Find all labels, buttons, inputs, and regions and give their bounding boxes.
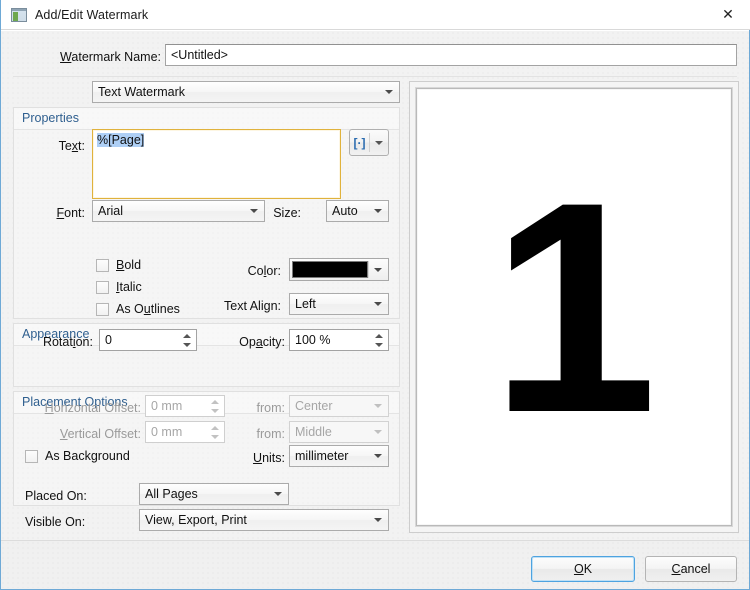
- cancel-button[interactable]: Cancel: [645, 556, 737, 582]
- text-align-value: Left: [295, 297, 316, 311]
- watermark-window-icon: [11, 8, 27, 22]
- horizontal-offset-spin-buttons: [207, 397, 223, 415]
- placed-on-value: All Pages: [145, 487, 198, 501]
- horizontal-from-dropdown: Center: [289, 395, 389, 417]
- horizontal-offset-stepper: 0 mm: [145, 395, 225, 417]
- italic-checkbox[interactable]: Italic: [96, 280, 142, 294]
- horizontal-from-value: Center: [295, 399, 333, 413]
- visible-on-dropdown[interactable]: View, Export, Print: [139, 509, 389, 531]
- spin-down-icon[interactable]: [371, 340, 387, 349]
- font-value: Arial: [98, 204, 123, 218]
- checkbox-box: [96, 259, 109, 272]
- chevron-down-icon: [374, 518, 382, 522]
- chevron-down-icon: [374, 302, 382, 306]
- vertical-from-label: from:: [229, 427, 285, 441]
- units-dropdown[interactable]: millimeter: [289, 445, 389, 467]
- macro-chevron-down-icon[interactable]: [370, 141, 388, 145]
- add-edit-watermark-dialog: Add/Edit Watermark ✕ Watermark Name: <Un…: [0, 0, 750, 590]
- vertical-offset-spin-buttons: [207, 423, 223, 441]
- chevron-down-icon: [374, 209, 382, 213]
- as-background-checkbox[interactable]: As Background: [25, 449, 130, 463]
- text-label: Text:: [11, 139, 85, 153]
- color-picker[interactable]: [289, 258, 389, 281]
- watermark-name-label: Watermark Name:: [41, 50, 161, 64]
- spin-down-icon: [207, 406, 223, 415]
- as-outlines-checkbox[interactable]: As Outlines: [96, 302, 180, 316]
- watermark-text-value: %[Page]: [97, 133, 144, 147]
- properties-group-title: Properties: [14, 108, 399, 130]
- checkbox-box: [25, 450, 38, 463]
- placed-on-dropdown[interactable]: All Pages: [139, 483, 289, 505]
- text-align-label: Text Align:: [197, 299, 281, 313]
- font-label: Font:: [11, 206, 85, 220]
- bold-label: Bold: [116, 258, 141, 272]
- insert-macro-button[interactable]: [·]: [349, 129, 389, 156]
- close-icon[interactable]: ✕: [705, 0, 750, 29]
- vertical-offset-value: 0 mm: [151, 425, 182, 439]
- watermark-name-input[interactable]: <Untitled>: [165, 44, 737, 66]
- spin-up-icon: [207, 397, 223, 406]
- as-outlines-label: As Outlines: [116, 302, 180, 316]
- type-dropdown[interactable]: Text Watermark: [92, 81, 400, 103]
- chevron-down-icon: [250, 209, 258, 213]
- visible-on-value: View, Export, Print: [145, 513, 247, 527]
- chevron-down-icon: [274, 492, 282, 496]
- dialog-body: Watermark Name: <Untitled> Type: Text Wa…: [1, 30, 749, 540]
- vertical-offset-stepper: 0 mm: [145, 421, 225, 443]
- chevron-down-icon: [374, 430, 382, 434]
- vertical-offset-label: Vertical Offset:: [21, 427, 141, 441]
- size-label: Size:: [263, 206, 301, 220]
- size-value: Auto: [332, 204, 358, 218]
- type-value: Text Watermark: [98, 85, 185, 99]
- spin-down-icon[interactable]: [179, 340, 195, 349]
- rotation-value: 0: [105, 333, 112, 347]
- spin-up-icon: [207, 423, 223, 432]
- horizontal-offset-value: 0 mm: [151, 399, 182, 413]
- color-swatch[interactable]: [292, 261, 368, 278]
- checkbox-box: [96, 303, 109, 316]
- size-dropdown[interactable]: Auto: [326, 200, 389, 222]
- horizontal-from-label: from:: [229, 401, 285, 415]
- spin-up-icon[interactable]: [179, 331, 195, 340]
- opacity-value: 100 %: [295, 333, 330, 347]
- title-bar: Add/Edit Watermark ✕: [1, 0, 750, 30]
- bold-checkbox[interactable]: Bold: [96, 258, 141, 272]
- units-label: Units:: [225, 451, 285, 465]
- opacity-label: Opacity:: [205, 335, 285, 349]
- opacity-stepper[interactable]: 100 %: [289, 329, 389, 351]
- spin-up-icon[interactable]: [371, 331, 387, 340]
- rotation-spin-buttons[interactable]: [179, 331, 195, 349]
- rotation-stepper[interactable]: 0: [99, 329, 197, 351]
- window-title: Add/Edit Watermark: [35, 8, 148, 22]
- color-label: Color:: [211, 264, 281, 278]
- placed-on-label: Placed On:: [25, 489, 87, 503]
- checkbox-box: [96, 281, 109, 294]
- rotation-label: Rotation:: [9, 335, 93, 349]
- chevron-down-icon: [374, 404, 382, 408]
- preview-page-number: 1: [491, 187, 658, 427]
- chevron-down-icon: [385, 90, 393, 94]
- ok-button[interactable]: OK: [531, 556, 635, 582]
- visible-on-label: Visible On:: [25, 515, 85, 529]
- chevron-down-icon: [374, 454, 382, 458]
- as-background-label: As Background: [45, 449, 130, 463]
- vertical-from-value: Middle: [295, 425, 332, 439]
- font-dropdown[interactable]: Arial: [92, 200, 265, 222]
- opacity-spin-buttons[interactable]: [371, 331, 387, 349]
- color-chevron-down-icon[interactable]: [368, 261, 386, 278]
- divider-1: [13, 76, 737, 77]
- text-align-dropdown[interactable]: Left: [289, 293, 389, 315]
- italic-label: Italic: [116, 280, 142, 294]
- units-value: millimeter: [295, 449, 348, 463]
- watermark-text-input[interactable]: %[Page]: [92, 129, 341, 199]
- dialog-footer: OK Cancel: [1, 540, 749, 588]
- vertical-from-dropdown: Middle: [289, 421, 389, 443]
- preview-page: 1: [416, 88, 732, 526]
- macro-icon: [·]: [350, 136, 369, 150]
- spin-down-icon: [207, 432, 223, 441]
- watermark-preview-panel: 1: [409, 81, 739, 533]
- horizontal-offset-label: Horizontal Offset:: [21, 401, 141, 415]
